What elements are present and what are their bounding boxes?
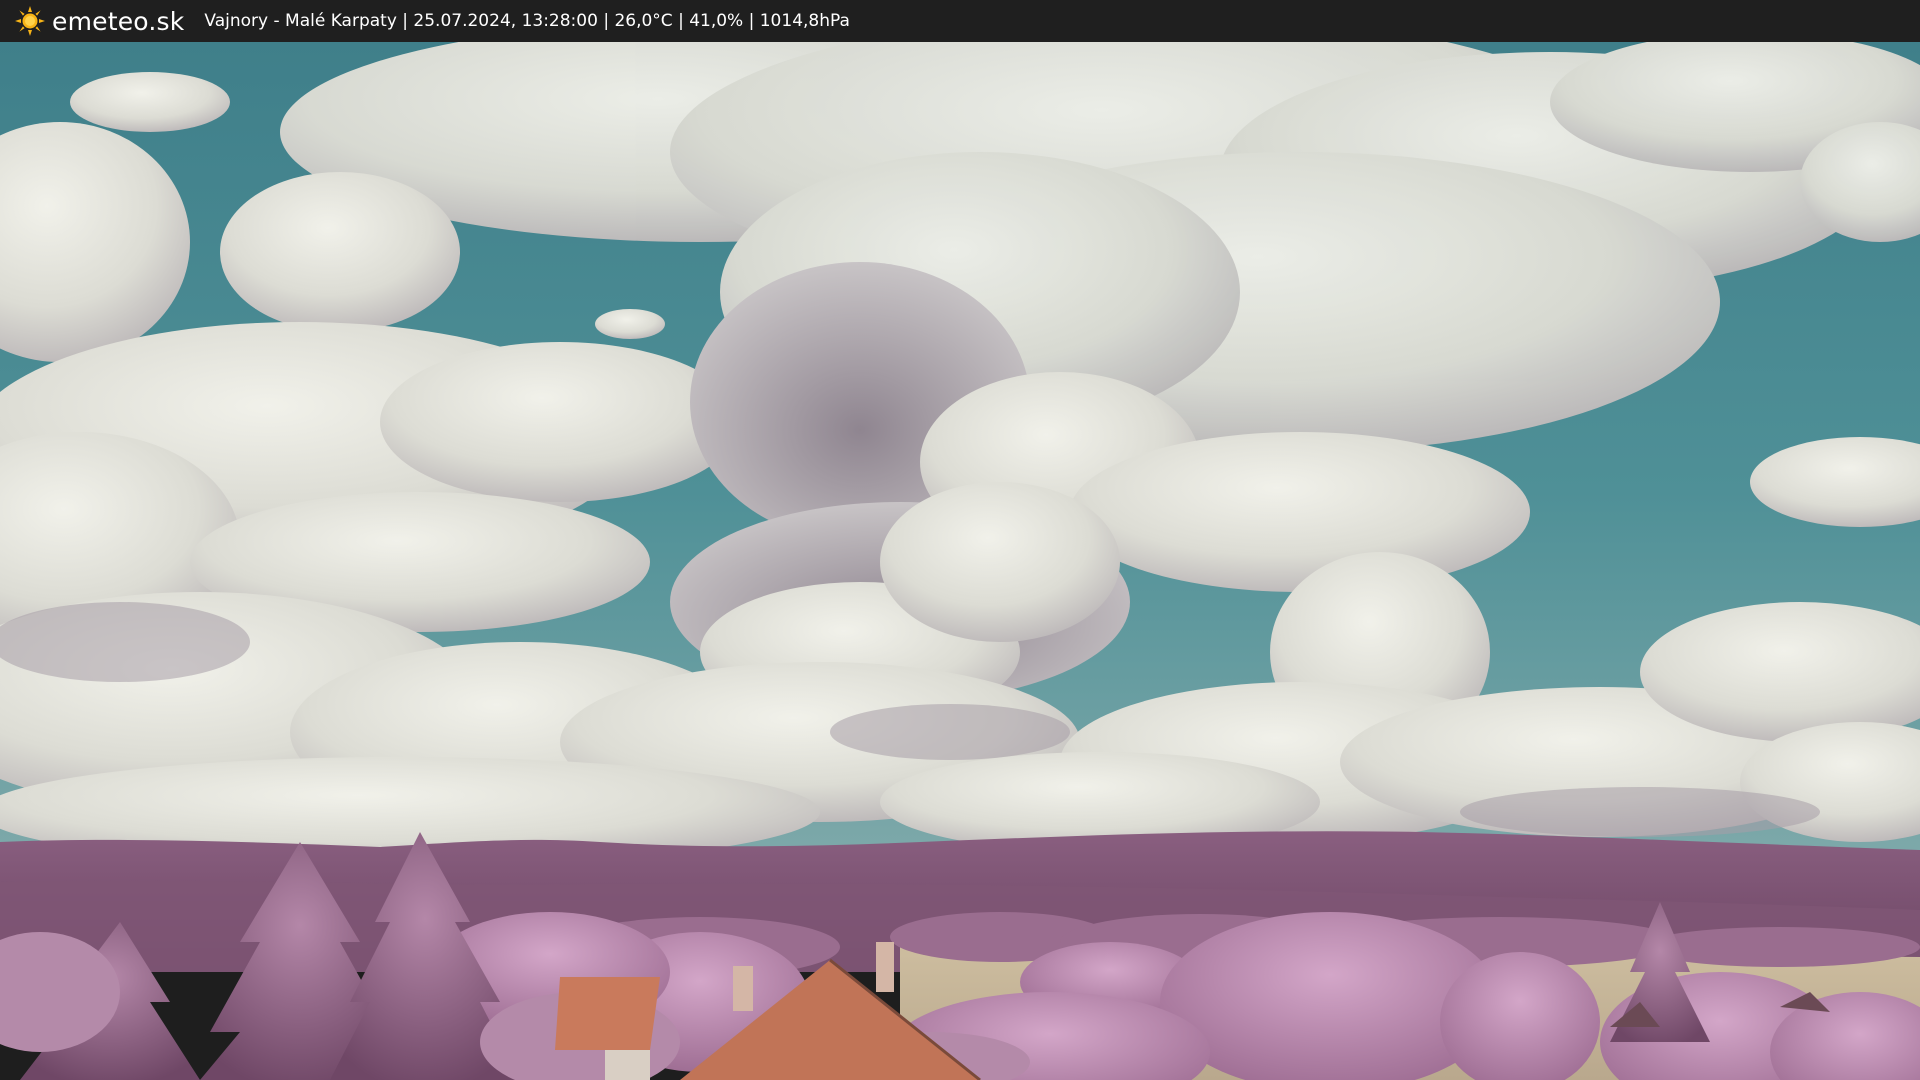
logo[interactable]: emeteo.sk: [14, 0, 184, 42]
camera-image: [0, 42, 1920, 1080]
top-bar: emeteo.sk Vajnory - Malé Karpaty | 25.07…: [0, 0, 1920, 42]
sun-icon: [15, 6, 45, 36]
station-caption: Vajnory - Malé Karpaty | 25.07.2024, 13:…: [204, 11, 850, 31]
landscape-photo: [0, 42, 1920, 1080]
webcam-view: emeteo.sk Vajnory - Malé Karpaty | 25.07…: [0, 0, 1920, 1080]
brand-name: emeteo.sk: [52, 6, 185, 36]
